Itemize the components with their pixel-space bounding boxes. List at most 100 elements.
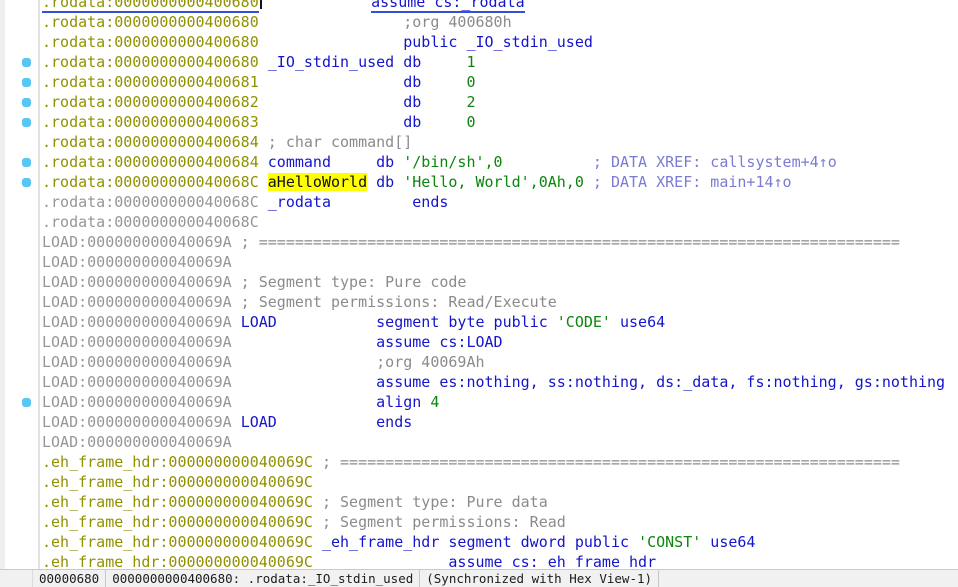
listing-line[interactable]: LOAD:000000000040069A: [42, 432, 958, 452]
comment-text: ; ======================================…: [232, 233, 900, 251]
listing-line[interactable]: .eh_frame_hdr:000000000040069C ; =======…: [42, 452, 958, 472]
code-text: align: [232, 393, 431, 411]
address-prefix: .rodata:000000000040068C: [42, 193, 259, 211]
listing-line[interactable]: .eh_frame_hdr:000000000040069C _eh_frame…: [42, 532, 958, 552]
address-prefix: LOAD:000000000040069A: [42, 353, 232, 371]
listing-line[interactable]: LOAD:000000000040069A assume cs:LOAD: [42, 332, 958, 352]
margin-dot-icon[interactable]: [22, 178, 31, 187]
comment-text: ; char command[]: [268, 133, 413, 151]
comment-text: ; ======================================…: [313, 453, 900, 471]
code-text: 4: [430, 393, 439, 411]
window-left-edge: [0, 0, 5, 587]
margin-dot-icon[interactable]: [22, 398, 31, 407]
listing-line[interactable]: LOAD:000000000040069A: [42, 252, 958, 272]
listing-line[interactable]: .rodata:0000000000400681 db 0: [42, 72, 958, 92]
listing-line[interactable]: .rodata:0000000000400684 command db '/bi…: [42, 152, 958, 172]
code-text: db: [259, 93, 422, 111]
address-prefix: .rodata:0000000000400680: [42, 13, 259, 31]
code-text: segment byte public: [277, 313, 557, 331]
address-prefix: .rodata:000000000040068C: [42, 173, 259, 191]
listing-line[interactable]: LOAD:000000000040069A assume es:nothing,…: [42, 372, 958, 392]
code-text: db: [367, 173, 394, 191]
address-prefix: LOAD:000000000040069A: [42, 433, 232, 451]
code-text: [259, 53, 268, 71]
status-bar: 00000680 0000000000400680: .rodata:_IO_s…: [0, 569, 958, 587]
comment-text: ;org 400680h: [259, 13, 512, 31]
address-prefix: .eh_frame_hdr:000000000040069C: [42, 493, 313, 511]
address-prefix: LOAD:000000000040069A: [42, 313, 232, 331]
code-text: 'CODE': [557, 313, 611, 331]
disassembly-listing[interactable]: .rodata:0000000000400680 assume cs:_roda…: [42, 0, 958, 572]
symbol-name[interactable]: LOAD: [241, 413, 277, 431]
address-prefix: LOAD:000000000040069A: [42, 273, 232, 291]
comment-text: ; Segment permissions: Read/Execute: [232, 293, 557, 311]
listing-line[interactable]: .rodata:0000000000400680 assume cs:_roda…: [42, 0, 958, 12]
code-text: [584, 173, 593, 191]
address-prefix: .eh_frame_hdr:000000000040069C: [42, 513, 313, 531]
address-prefix: LOAD:000000000040069A: [42, 233, 232, 251]
address-prefix: .eh_frame_hdr:000000000040069C: [42, 473, 313, 491]
listing-line[interactable]: .rodata:0000000000400680 _IO_stdin_used …: [42, 52, 958, 72]
address-prefix: LOAD:000000000040069A: [42, 293, 232, 311]
comment-text: ; Segment type: Pure code: [232, 273, 467, 291]
listing-line[interactable]: .eh_frame_hdr:000000000040069C ; Segment…: [42, 512, 958, 532]
listing-line[interactable]: .rodata:0000000000400683 db 0: [42, 112, 958, 132]
listing-line[interactable]: LOAD:000000000040069A LOAD segment byte …: [42, 312, 958, 332]
address-prefix: LOAD:000000000040069A: [42, 253, 232, 271]
address-prefix: LOAD:000000000040069A: [42, 413, 232, 431]
code-text: [259, 33, 404, 51]
margin-divider: [38, 0, 40, 571]
symbol-name[interactable]: _IO_stdin_used: [268, 53, 394, 71]
symbol-name[interactable]: _rodata: [268, 193, 331, 211]
code-text: [263, 0, 371, 11]
margin-dot-icon[interactable]: [22, 58, 31, 67]
code-text: [232, 413, 241, 431]
code-text: '/bin/sh',0: [394, 153, 502, 171]
margin-dot-icon[interactable]: [22, 158, 31, 167]
address-prefix: LOAD:000000000040069A: [42, 373, 232, 391]
listing-line[interactable]: LOAD:000000000040069A ; ================…: [42, 232, 958, 252]
status-file-offset: 00000680: [33, 570, 106, 587]
comment-text: ; Segment permissions: Read: [313, 513, 566, 531]
margin-dot-icon[interactable]: [22, 98, 31, 107]
symbol-name[interactable]: LOAD: [241, 313, 277, 331]
margin-dot-icon[interactable]: [22, 118, 31, 127]
listing-line[interactable]: .eh_frame_hdr:000000000040069C ; Segment…: [42, 492, 958, 512]
listing-line[interactable]: .rodata:0000000000400680 ;org 400680h: [42, 12, 958, 32]
comment-text: ; Segment type: Pure data: [313, 493, 548, 511]
code-text: use64: [611, 313, 665, 331]
listing-line[interactable]: .rodata:000000000040068C aHelloWorld db …: [42, 172, 958, 192]
code-text: [503, 153, 593, 171]
listing-line[interactable]: .rodata:000000000040068C _rodata ends: [42, 192, 958, 212]
code-text: [232, 313, 241, 331]
listing-line[interactable]: LOAD:000000000040069A ;org 40069Ah: [42, 352, 958, 372]
highlighted-identifier[interactable]: aHelloWorld: [268, 173, 367, 191]
symbol-name[interactable]: command: [268, 153, 331, 171]
listing-line[interactable]: .rodata:0000000000400684 ; char command[…: [42, 132, 958, 152]
code-text: public _IO_stdin_used: [403, 33, 593, 51]
code-text: [259, 153, 268, 171]
code-text: db: [259, 113, 422, 131]
listing-line[interactable]: LOAD:000000000040069A align 4: [42, 392, 958, 412]
listing-line[interactable]: .rodata:000000000040068C: [42, 212, 958, 232]
code-text: use64: [701, 533, 755, 551]
listing-line[interactable]: LOAD:000000000040069A ; Segment permissi…: [42, 292, 958, 312]
listing-line[interactable]: LOAD:000000000040069A ; Segment type: Pu…: [42, 272, 958, 292]
code-text: db: [394, 53, 421, 71]
listing-line[interactable]: .eh_frame_hdr:000000000040069C: [42, 472, 958, 492]
code-text: db: [259, 73, 422, 91]
symbol-name[interactable]: _eh_frame_hdr: [322, 533, 439, 551]
margin-dot-icon[interactable]: [22, 78, 31, 87]
listing-line[interactable]: LOAD:000000000040069A LOAD ends: [42, 412, 958, 432]
address-prefix: .rodata:0000000000400683: [42, 113, 259, 131]
code-text: [313, 533, 322, 551]
code-text: [259, 173, 268, 191]
code-text: assume es:nothing, ss:nothing, ds:_data,…: [232, 373, 945, 391]
listing-line[interactable]: .rodata:0000000000400680 public _IO_stdi…: [42, 32, 958, 52]
address-prefix: .rodata:0000000000400684: [42, 133, 259, 151]
text-caret: [260, 0, 262, 9]
address-prefix: .rodata:0000000000400681: [42, 73, 259, 91]
code-text: segment dword public: [439, 533, 638, 551]
address-prefix: .rodata:0000000000400684: [42, 153, 259, 171]
listing-line[interactable]: .rodata:0000000000400682 db 2: [42, 92, 958, 112]
